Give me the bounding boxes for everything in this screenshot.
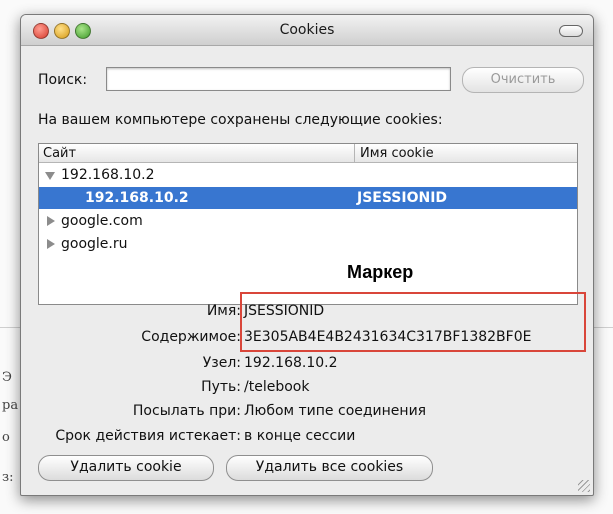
content-label: Содержимое: xyxy=(141,329,241,345)
delete-cookie-button[interactable]: Удалить cookie xyxy=(38,455,214,481)
table-row[interactable]: 192.168.10.2 xyxy=(39,164,577,186)
path-value: /telebook xyxy=(244,379,310,395)
disclosure-triangle-expanded-icon[interactable] xyxy=(45,172,55,180)
row-site: google.ru xyxy=(61,236,128,252)
table-row[interactable]: google.ru xyxy=(39,233,577,255)
name-value: JSESSIONID xyxy=(244,303,325,319)
title-bar[interactable]: Cookies xyxy=(21,15,593,46)
content-value: 3E305AB4E4B2431634C317BF1382BF0E xyxy=(244,329,532,345)
background-rule xyxy=(0,327,20,328)
saved-cookies-caption: На вашем компьютере сохранены следующие … xyxy=(38,112,443,128)
background-text: Э xyxy=(2,370,12,385)
cookies-table[interactable]: Сайт Имя cookie 192.168.10.2 192.168.10.… xyxy=(38,143,578,305)
send-for-label: Посылать при: xyxy=(132,403,241,419)
search-input[interactable] xyxy=(106,67,451,91)
column-header-site[interactable]: Сайт xyxy=(39,144,355,163)
row-site: 192.168.10.2 xyxy=(85,190,189,206)
disclosure-triangle-collapsed-icon[interactable] xyxy=(47,216,55,226)
marker-annotation-label: Маркер xyxy=(347,262,414,282)
resize-grip-icon[interactable] xyxy=(578,480,590,492)
row-cookie-name: JSESSIONID xyxy=(357,190,448,206)
expires-label: Срок действия истекает: xyxy=(55,428,241,444)
host-label: Узел: xyxy=(202,355,241,371)
background-text: о xyxy=(2,430,10,445)
background-rule xyxy=(592,327,613,328)
table-row[interactable]: google.com xyxy=(39,210,577,232)
delete-all-cookies-button[interactable]: Удалить все cookies xyxy=(226,455,433,481)
window-title: Cookies xyxy=(279,22,335,38)
path-label: Путь: xyxy=(201,379,241,395)
expires-value: в конце сессии xyxy=(244,428,356,444)
cookies-window: Cookies Поиск: Очистить На вашем компьют… xyxy=(20,14,594,496)
background-text: ра xyxy=(2,398,19,413)
disclosure-triangle-collapsed-icon[interactable] xyxy=(47,239,55,249)
table-row-selected[interactable]: 192.168.10.2 JSESSIONID xyxy=(39,187,577,209)
toolbar-toggle-button[interactable] xyxy=(559,25,583,37)
send-for-value: Любом типе соединения xyxy=(244,403,427,419)
row-site: google.com xyxy=(61,213,143,229)
name-label: Имя: xyxy=(206,303,241,319)
search-label: Поиск: xyxy=(38,72,88,88)
clear-button[interactable]: Очистить xyxy=(462,67,584,93)
host-value: 192.168.10.2 xyxy=(244,355,338,371)
column-header-cookie-name[interactable]: Имя cookie xyxy=(355,144,577,163)
background-text: з: xyxy=(2,470,14,485)
row-site: 192.168.10.2 xyxy=(61,167,155,183)
